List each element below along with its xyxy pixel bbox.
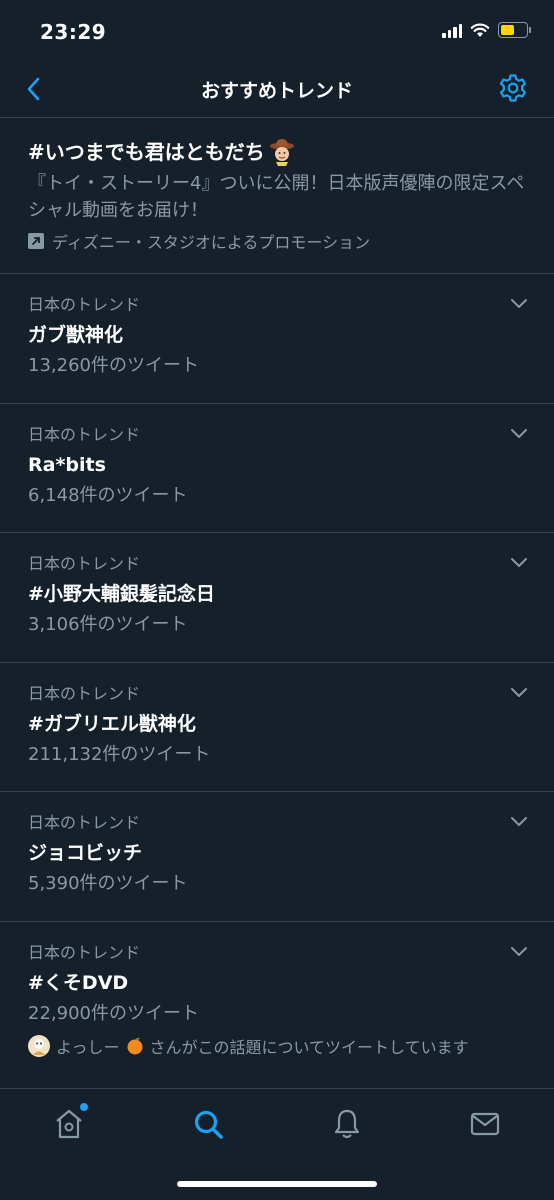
promoted-trend[interactable]: #いつまでも君はともだち 『トイ・ストーリー4』ついに公開！日本版声優陣の限定ス… (0, 119, 554, 274)
trend-item[interactable]: 日本のトレンド ガブ獣神化 13,260件のツイート (0, 274, 554, 404)
chevron-down-icon[interactable] (510, 426, 528, 440)
new-content-dot (80, 1103, 88, 1111)
signal-icon (442, 22, 462, 38)
trend-name: #小野大輔銀髪記念日 (28, 583, 215, 605)
trend-count: 211,132件のツイート (28, 743, 211, 765)
tab-messages[interactable] (468, 1107, 502, 1141)
promo-title-row: #いつまでも君はともだち (28, 137, 526, 167)
trend-social-context: よっしー さんがこの話題についてツイートしています (28, 1034, 526, 1058)
wifi-icon (470, 23, 490, 37)
gear-icon[interactable] (498, 73, 528, 103)
trend-item[interactable]: 日本のトレンド Ra*bits 6,148件のツイート (0, 404, 554, 533)
trend-context: 日本のトレンド (28, 813, 141, 832)
trend-name: #ガブリエル獣神化 (28, 712, 196, 735)
promoted-icon (28, 233, 44, 249)
trend-context: 日本のトレンド (28, 295, 141, 314)
trend-context: 日本のトレンド (28, 554, 141, 573)
chevron-down-icon[interactable] (510, 296, 528, 310)
trend-item[interactable]: 日本のトレンド #くそDVD 22,900件のツイート よっしー さんがこの話題… (0, 922, 554, 1090)
status-time: 23:29 (40, 20, 107, 44)
battery-icon (498, 22, 531, 38)
chevron-down-icon[interactable] (510, 685, 528, 699)
trends-feed: #いつまでも君はともだち 『トイ・ストーリー4』ついに公開！日本版声優陣の限定ス… (0, 119, 554, 1090)
trend-context: 日本のトレンド (28, 683, 141, 703)
trend-item[interactable]: 日本のトレンド #小野大輔銀髪記念日 3,106件のツイート (0, 533, 554, 663)
status-bar: 23:29 (0, 0, 554, 66)
orange-emoji-icon (127, 1037, 143, 1054)
trend-count: 3,106件のツイート (28, 614, 188, 635)
woody-emoji-icon (269, 139, 294, 166)
trend-context: 日本のトレンド (28, 424, 141, 444)
page-title: おすすめトレンド (200, 80, 353, 102)
chevron-down-icon[interactable] (510, 555, 528, 569)
nav-bar: おすすめトレンド (0, 62, 554, 118)
chevron-down-icon[interactable] (510, 944, 528, 958)
messages-icon (470, 1112, 500, 1136)
social-context-text: さんがこの話題についてツイートしています (149, 1037, 469, 1057)
social-user-name: よっしー (56, 1037, 120, 1057)
promo-attribution-text: ディズニー・スタジオによるプロモーション (52, 233, 371, 252)
trend-count: 22,900件のツイート (28, 1002, 199, 1024)
tab-notifications[interactable] (330, 1107, 364, 1141)
trend-count: 6,148件のツイート (28, 484, 188, 506)
status-icons (442, 22, 531, 38)
tab-home[interactable] (52, 1103, 88, 1141)
trend-name: ガブ獣神化 (28, 324, 124, 346)
home-icon (56, 1109, 82, 1139)
trend-name: ジョコビッチ (28, 842, 143, 864)
promo-title: #いつまでも君はともだち (28, 140, 265, 164)
promo-attribution: ディズニー・スタジオによるプロモーション (28, 229, 526, 253)
home-indicator[interactable] (177, 1181, 377, 1187)
tab-search[interactable] (191, 1107, 225, 1141)
search-icon (194, 1110, 223, 1139)
trend-item[interactable]: 日本のトレンド #ガブリエル獣神化 211,132件のツイート (0, 663, 554, 792)
promo-description: 『トイ・ストーリー4』ついに公開！日本版声優陣の限定スペシャル動画をお届け！ (28, 173, 525, 221)
trend-count: 13,260件のツイート (28, 355, 199, 376)
trend-name: #くそDVD (28, 971, 129, 994)
avatar (28, 1034, 50, 1057)
notifications-icon (334, 1109, 360, 1139)
chevron-down-icon[interactable] (510, 814, 528, 828)
trend-name: Ra*bits (28, 453, 106, 476)
trend-count: 5,390件のツイート (28, 873, 188, 894)
trend-item[interactable]: 日本のトレンド ジョコビッチ 5,390件のツイート (0, 792, 554, 922)
trend-context: 日本のトレンド (28, 942, 141, 962)
